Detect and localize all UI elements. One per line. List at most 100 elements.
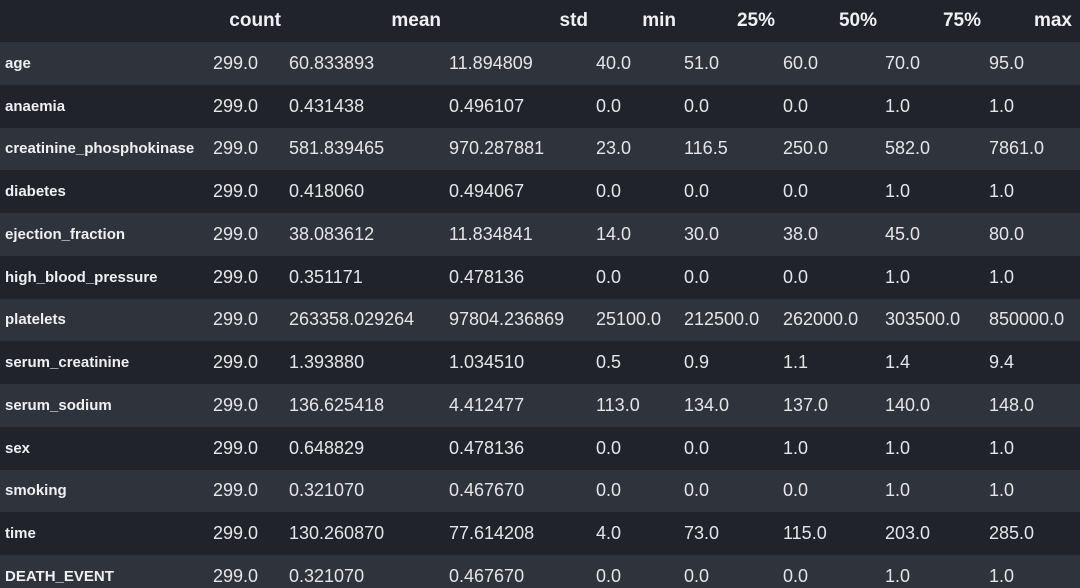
table-cell: 95.0 bbox=[989, 52, 1025, 73]
table-cell: 0.0 bbox=[783, 266, 809, 287]
table-row: anaemia 299.0 0.431438 0.496107 0.0 0.0 0.0 1.0… bbox=[0, 84, 1080, 128]
table-cell: 0.418060 bbox=[289, 181, 365, 202]
row-label: diabetes bbox=[5, 183, 66, 201]
table-cell: 581.839465 bbox=[289, 138, 385, 159]
table-cell: 0.0 bbox=[783, 181, 809, 202]
table-cell: 582.0 bbox=[885, 138, 931, 159]
table-row: age 299.0 60.833893 11.894809 40.0 51.0 60.0 70… bbox=[0, 42, 1080, 85]
table-cell: 0.0 bbox=[596, 480, 622, 501]
table-cell: 0.5 bbox=[596, 352, 622, 373]
table-cell: 0.321070 bbox=[289, 480, 365, 501]
table-cell: 285.0 bbox=[989, 523, 1035, 544]
table-cell: 299.0 bbox=[213, 565, 259, 586]
table-cell: 0.0 bbox=[684, 181, 710, 202]
table-cell: 137.0 bbox=[783, 394, 829, 415]
table-cell: 0.431438 bbox=[289, 95, 365, 116]
table-cell: 1.0 bbox=[783, 437, 809, 458]
table-cell: 0.0 bbox=[783, 95, 809, 116]
table-cell: 299.0 bbox=[213, 223, 259, 244]
table-cell: 0.0 bbox=[596, 266, 622, 287]
table-cell: 263358.029264 bbox=[289, 309, 415, 330]
table-cell: 0.0 bbox=[684, 565, 710, 586]
table-cell: 45.0 bbox=[885, 223, 921, 244]
table-cell: 1.0 bbox=[989, 480, 1015, 501]
row-label: ejection_fraction bbox=[5, 225, 126, 243]
describe-table: count mean std min 25% 50% 75% max age 299.0 60.8… bbox=[0, 0, 1080, 588]
row-label: anaemia bbox=[5, 97, 66, 115]
table-cell: 299.0 bbox=[213, 523, 259, 544]
table-cell: 0.0 bbox=[783, 480, 809, 501]
table-cell: 299.0 bbox=[213, 266, 259, 287]
table-cell: 1.4 bbox=[885, 352, 911, 373]
table-cell: 1.0 bbox=[989, 95, 1015, 116]
table-cell: 299.0 bbox=[213, 95, 259, 116]
table-cell: 60.833893 bbox=[289, 52, 375, 73]
table-cell: 30.0 bbox=[684, 223, 720, 244]
table-row: serum_sodium 299.0 136.625418 4.412477 113.0… bbox=[0, 384, 1080, 427]
table-row: platelets 299.0 263358.029264 97804.236869 2… bbox=[0, 298, 1080, 342]
table-cell: 77.614208 bbox=[449, 523, 535, 544]
table-cell: 23.0 bbox=[596, 138, 632, 159]
table-cell: 212500.0 bbox=[684, 309, 760, 330]
row-label: age bbox=[5, 54, 31, 72]
table-cell: 60.0 bbox=[783, 52, 819, 73]
table-cell: 299.0 bbox=[213, 138, 259, 159]
table-cell: 0.0 bbox=[596, 565, 622, 586]
row-label: creatinine_phosphokinase bbox=[5, 140, 195, 158]
column-header: 50% bbox=[838, 10, 877, 31]
table-cell: 1.0 bbox=[885, 181, 911, 202]
table-cell: 0.494067 bbox=[449, 181, 525, 202]
table-cell: 0.0 bbox=[783, 565, 809, 586]
table-cell: 0.0 bbox=[684, 437, 710, 458]
table-cell: 115.0 bbox=[783, 523, 827, 544]
table-cell: 0.0 bbox=[596, 181, 622, 202]
table-cell: 0.496107 bbox=[449, 95, 525, 116]
column-header: max bbox=[1033, 10, 1072, 31]
table-cell: 0.467670 bbox=[449, 565, 525, 586]
column-header: 25% bbox=[736, 10, 775, 31]
row-label: sex bbox=[5, 439, 31, 457]
table-row: sex 299.0 0.648829 0.478136 0.0 0.0 1.0 1.0 1.0 bbox=[0, 426, 1080, 470]
table-cell: 1.0 bbox=[989, 565, 1015, 586]
table-cell: 1.0 bbox=[885, 95, 911, 116]
table-cell: 38.0 bbox=[783, 223, 819, 244]
table-cell: 38.083612 bbox=[289, 223, 375, 244]
row-label: smoking bbox=[5, 482, 67, 500]
table-row: ejection_fraction 299.0 38.083612 11.834841… bbox=[0, 213, 1080, 256]
table-cell: 203.0 bbox=[885, 523, 931, 544]
table-cell: 80.0 bbox=[989, 223, 1025, 244]
table-cell: 134.0 bbox=[684, 394, 730, 415]
table-cell: 299.0 bbox=[213, 309, 259, 330]
table-cell: 1.0 bbox=[885, 565, 911, 586]
column-header: std bbox=[559, 10, 589, 31]
header-row: count mean std min 25% 50% 75% max bbox=[0, 0, 1080, 42]
row-label: serum_sodium bbox=[5, 396, 112, 414]
table-cell: 0.0 bbox=[684, 266, 710, 287]
table-cell: 73.0 bbox=[684, 523, 720, 544]
table-cell: 136.625418 bbox=[289, 394, 385, 415]
row-label: platelets bbox=[5, 311, 66, 329]
table-cell: 850000.0 bbox=[989, 309, 1065, 330]
table-cell: 0.648829 bbox=[289, 437, 365, 458]
table-cell: 40.0 bbox=[596, 52, 632, 73]
column-header: mean bbox=[391, 10, 441, 31]
table-cell: 70.0 bbox=[885, 52, 921, 73]
table-cell: 1.0 bbox=[989, 266, 1015, 287]
table-cell: 0.9 bbox=[684, 352, 710, 373]
table-cell: 299.0 bbox=[213, 181, 259, 202]
table-cell: 303500.0 bbox=[885, 309, 961, 330]
table-header: count mean std min 25% 50% 75% max bbox=[0, 0, 1080, 42]
column-header: 75% bbox=[942, 10, 981, 31]
table-row: creatinine_phosphokinase 299.0 581.839465 9… bbox=[0, 127, 1080, 171]
table-cell: 1.1 bbox=[783, 352, 809, 373]
table-cell: 1.0 bbox=[885, 480, 911, 501]
table-cell: 4.0 bbox=[596, 523, 622, 544]
table-cell: 0.478136 bbox=[449, 437, 525, 458]
table-cell: 299.0 bbox=[213, 394, 259, 415]
table-cell: 116.5 bbox=[684, 138, 728, 159]
row-label: serum_creatinine bbox=[5, 354, 130, 372]
table-cell: 1.0 bbox=[885, 437, 911, 458]
table-cell: 262000.0 bbox=[783, 309, 859, 330]
table-cell: 0.0 bbox=[684, 480, 710, 501]
table-cell: 140.0 bbox=[885, 394, 931, 415]
